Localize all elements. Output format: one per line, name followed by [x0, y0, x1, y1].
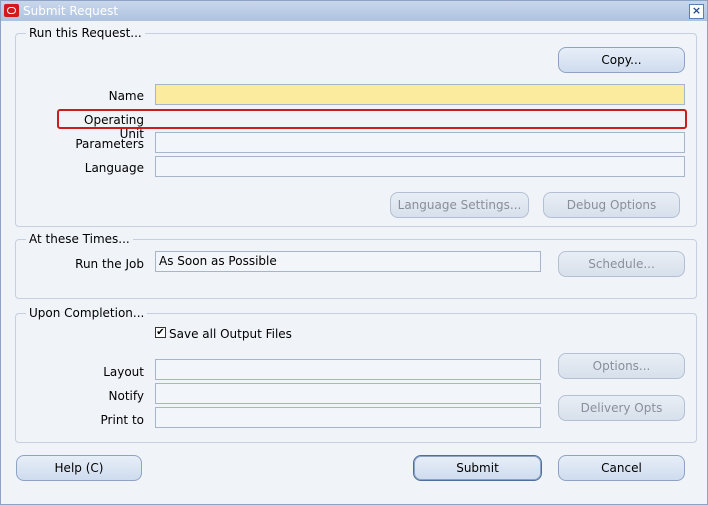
print-to-field[interactable] [155, 407, 541, 428]
completion-group-title: Upon Completion... [26, 306, 148, 320]
title-bar: Submit Request × [1, 1, 707, 21]
language-field[interactable] [155, 156, 685, 177]
save-output-label[interactable]: Save all Output Files [169, 327, 292, 341]
parameters-field[interactable] [155, 132, 685, 153]
window-title: Submit Request [23, 4, 119, 18]
save-output-checkbox[interactable]: ✔ [155, 327, 166, 338]
run-job-value: As Soon as Possible [159, 254, 277, 268]
schedule-button[interactable]: Schedule... [558, 251, 685, 277]
close-icon[interactable]: × [689, 4, 704, 19]
run-job-field[interactable]: As Soon as Possible [155, 251, 541, 272]
submit-request-window: Submit Request × Run this Request... Cop… [0, 0, 708, 505]
times-group-title: At these Times... [26, 232, 133, 246]
language-label: Language [84, 161, 144, 175]
print-to-label: Print to [100, 413, 144, 427]
layout-label: Layout [103, 365, 144, 379]
parameters-label: Parameters [75, 137, 144, 151]
submit-button[interactable]: Submit [413, 455, 542, 481]
cancel-button[interactable]: Cancel [558, 455, 685, 481]
debug-options-button[interactable]: Debug Options [543, 192, 680, 218]
name-label: Name [108, 89, 144, 103]
copy-button[interactable]: Copy... [558, 47, 685, 73]
run-request-group-title: Run this Request... [26, 26, 145, 40]
oracle-app-icon [4, 4, 19, 17]
run-job-label: Run the Job [75, 257, 144, 271]
name-field[interactable] [155, 84, 685, 105]
options-button[interactable]: Options... [558, 353, 685, 379]
delivery-opts-button[interactable]: Delivery Opts [558, 395, 685, 421]
notify-label: Notify [108, 389, 144, 403]
layout-field[interactable] [155, 359, 541, 380]
language-settings-button[interactable]: Language Settings... [390, 192, 529, 218]
operating-unit-highlight [57, 109, 687, 129]
help-button[interactable]: Help (C) [16, 455, 142, 481]
notify-field[interactable] [155, 383, 541, 404]
